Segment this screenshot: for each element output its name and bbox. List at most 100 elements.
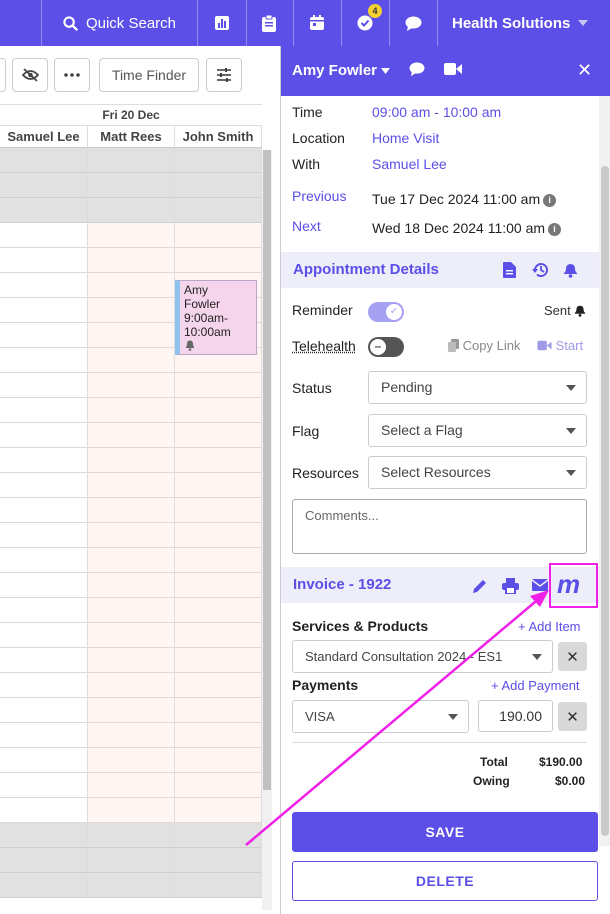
panel-scroll-thumb[interactable] bbox=[601, 166, 609, 836]
time-slot-cell[interactable] bbox=[88, 573, 175, 598]
time-slot-cell[interactable] bbox=[88, 248, 175, 273]
telehealth-label[interactable]: Telehealth bbox=[292, 338, 356, 354]
time-slot-cell[interactable] bbox=[175, 748, 262, 773]
time-slot-cell[interactable] bbox=[0, 348, 88, 373]
time-slot-cell[interactable] bbox=[88, 723, 175, 748]
time-slot-cell[interactable] bbox=[175, 423, 262, 448]
remove-payment-button[interactable]: ✕ bbox=[558, 702, 587, 731]
patient-name-dropdown[interactable]: Amy Fowler bbox=[292, 62, 390, 79]
document-icon[interactable] bbox=[503, 262, 516, 278]
time-slot-cell[interactable] bbox=[88, 323, 175, 348]
time-slot-cell[interactable] bbox=[175, 598, 262, 623]
column-header-matt-rees[interactable]: Matt Rees bbox=[88, 126, 175, 148]
hide-button[interactable] bbox=[12, 58, 48, 92]
time-slot-cell[interactable] bbox=[175, 373, 262, 398]
reports-button[interactable] bbox=[198, 0, 247, 46]
time-slot-cell[interactable] bbox=[175, 148, 262, 173]
time-value[interactable]: 09:00 am - 10:00 am bbox=[372, 104, 501, 120]
pencil-icon[interactable] bbox=[472, 578, 488, 594]
time-slot-cell[interactable] bbox=[175, 198, 262, 223]
toolbar-button-partial[interactable] bbox=[0, 58, 6, 92]
time-slot-cell[interactable] bbox=[175, 173, 262, 198]
tasks-button[interactable] bbox=[245, 0, 294, 46]
printer-icon[interactable] bbox=[502, 578, 519, 594]
appointment-block[interactable]: Amy Fowler 9:00am- 10:00am bbox=[175, 280, 257, 355]
time-slot-cell[interactable] bbox=[175, 723, 262, 748]
time-slot-cell[interactable] bbox=[88, 198, 175, 223]
comments-field[interactable]: Comments... bbox=[292, 499, 587, 554]
add-payment-link[interactable]: + Add Payment bbox=[491, 678, 580, 693]
time-slot-cell[interactable] bbox=[0, 648, 88, 673]
video-icon[interactable] bbox=[444, 62, 462, 76]
time-slot-cell[interactable] bbox=[175, 648, 262, 673]
with-value[interactable]: Samuel Lee bbox=[372, 156, 447, 172]
telehealth-toggle[interactable]: – bbox=[368, 337, 404, 357]
time-slot-cell[interactable] bbox=[88, 373, 175, 398]
time-slot-cell[interactable] bbox=[175, 848, 262, 873]
time-slot-cell[interactable] bbox=[88, 598, 175, 623]
time-slot-cell[interactable] bbox=[88, 648, 175, 673]
time-slot-cell[interactable] bbox=[0, 698, 88, 723]
time-slot-cell[interactable] bbox=[88, 873, 175, 898]
time-slot-cell[interactable] bbox=[88, 773, 175, 798]
time-slot-cell[interactable] bbox=[88, 273, 175, 298]
time-slot-cell[interactable] bbox=[88, 698, 175, 723]
calendar-button[interactable] bbox=[293, 0, 342, 46]
column-header-john-smith[interactable]: John Smith bbox=[175, 126, 262, 148]
time-slot-cell[interactable] bbox=[88, 548, 175, 573]
calendar-scrollbar[interactable] bbox=[262, 150, 272, 910]
time-slot-cell[interactable] bbox=[175, 823, 262, 848]
time-slot-cell[interactable] bbox=[0, 423, 88, 448]
time-slot-cell[interactable] bbox=[0, 798, 88, 823]
time-slot-cell[interactable] bbox=[175, 448, 262, 473]
service-select[interactable]: Standard Consultation 2024 - ES1 bbox=[292, 640, 553, 673]
notifications-button[interactable]: 4 bbox=[341, 0, 390, 46]
time-slot-cell[interactable] bbox=[88, 148, 175, 173]
info-icon[interactable]: i bbox=[548, 223, 561, 236]
time-slot-cell[interactable] bbox=[0, 448, 88, 473]
time-slot-cell[interactable] bbox=[88, 173, 175, 198]
time-slot-cell[interactable] bbox=[0, 748, 88, 773]
time-finder-button[interactable]: Time Finder bbox=[99, 58, 199, 92]
calendar-scroll-thumb[interactable] bbox=[263, 150, 271, 790]
time-slot-cell[interactable] bbox=[88, 348, 175, 373]
time-slot-cell[interactable] bbox=[88, 823, 175, 848]
time-slot-cell[interactable] bbox=[0, 573, 88, 598]
time-slot-cell[interactable] bbox=[175, 473, 262, 498]
save-button[interactable]: SAVE bbox=[292, 812, 598, 852]
time-slot-cell[interactable] bbox=[175, 498, 262, 523]
time-slot-cell[interactable] bbox=[175, 798, 262, 823]
time-slot-cell[interactable] bbox=[175, 673, 262, 698]
payment-amount-input[interactable]: 190.00 bbox=[478, 700, 553, 732]
time-slot-cell[interactable] bbox=[175, 523, 262, 548]
info-icon[interactable]: i bbox=[543, 194, 556, 207]
time-slot-cell[interactable] bbox=[88, 448, 175, 473]
time-slot-cell[interactable] bbox=[88, 748, 175, 773]
time-slot-cell[interactable] bbox=[0, 173, 88, 198]
chat-icon[interactable] bbox=[409, 62, 425, 76]
payment-method-select[interactable]: VISA bbox=[292, 700, 469, 733]
time-slot-cell[interactable] bbox=[88, 423, 175, 448]
time-slot-cell[interactable] bbox=[0, 223, 88, 248]
time-slot-cell[interactable] bbox=[0, 148, 88, 173]
status-select[interactable]: Pending bbox=[368, 371, 587, 404]
time-slot-cell[interactable] bbox=[0, 673, 88, 698]
time-slot-cell[interactable] bbox=[0, 248, 88, 273]
time-slot-cell[interactable] bbox=[175, 548, 262, 573]
time-slot-cell[interactable] bbox=[88, 848, 175, 873]
time-slot-cell[interactable] bbox=[175, 223, 262, 248]
time-slot-cell[interactable] bbox=[88, 673, 175, 698]
time-slot-cell[interactable] bbox=[0, 723, 88, 748]
time-slot-cell[interactable] bbox=[88, 798, 175, 823]
time-slot-cell[interactable] bbox=[0, 523, 88, 548]
time-slot-cell[interactable] bbox=[88, 498, 175, 523]
time-slot-cell[interactable] bbox=[88, 223, 175, 248]
remove-service-button[interactable]: ✕ bbox=[558, 642, 587, 671]
time-slot-cell[interactable] bbox=[88, 398, 175, 423]
time-slot-cell[interactable] bbox=[175, 773, 262, 798]
time-slot-cell[interactable] bbox=[88, 623, 175, 648]
time-slot-cell[interactable] bbox=[0, 773, 88, 798]
time-slot-cell[interactable] bbox=[175, 873, 262, 898]
time-slot-cell[interactable] bbox=[0, 373, 88, 398]
more-options-button[interactable] bbox=[54, 58, 90, 92]
